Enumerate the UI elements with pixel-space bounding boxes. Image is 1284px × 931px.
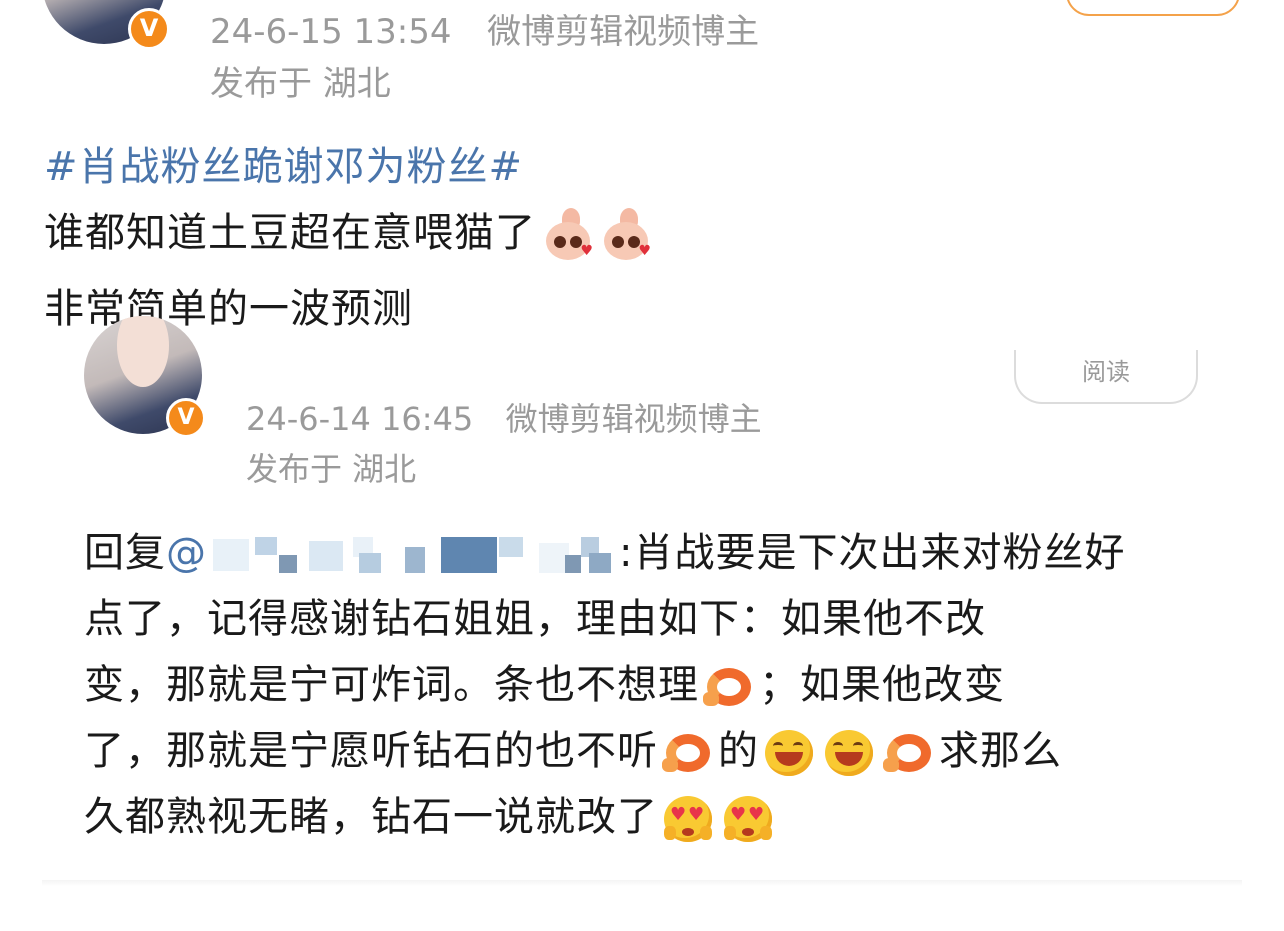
- avatar-face: [117, 316, 169, 387]
- bunny-sticker-icon: ♥: [600, 208, 652, 262]
- reply-text-4b: 的: [718, 728, 759, 774]
- reply-line-5: 久都熟视无睹，钻石一说就改了 ♥ ♥ ♥ ♥: [84, 784, 778, 844]
- quoted-post-meta: 24-6-14 16:45 微博剪辑视频博主: [246, 394, 762, 440]
- follow-button[interactable]: [1066, 0, 1240, 16]
- quoted-post-screenshot: V 阅读 24-6-14 16:45 微博剪辑视频博主 发布于 湖北 回复@ :肖…: [0, 316, 1284, 931]
- post-text-1: 谁都知道土豆超在意喂猫了: [44, 210, 536, 256]
- heart-eyes-emoji-icon: ♥ ♥: [720, 794, 776, 844]
- read-button: 阅读: [1014, 350, 1198, 404]
- post-source[interactable]: 微博剪辑视频博主: [487, 12, 759, 52]
- reply-prefix: 回复: [84, 530, 166, 576]
- laughing-emoji-icon: [821, 728, 877, 778]
- quoted-location: 发布于 湖北: [246, 450, 417, 488]
- bunny-sticker-icon: ♥: [542, 208, 594, 262]
- shrimp-emoji-icon: [701, 662, 757, 712]
- reply-line-4: 了，那就是宁愿听钻石的也不听 的 求那么: [84, 718, 1062, 778]
- shrimp-emoji-icon: [660, 728, 716, 778]
- post-text-line-1: 谁都知道土豆超在意喂猫了 ♥ ♥: [44, 200, 652, 262]
- reply-text-3a: 变，那就是宁可炸词。条也不想理: [84, 662, 699, 708]
- quoted-source: 微博剪辑视频博主: [505, 400, 762, 438]
- read-button-label: 阅读: [1082, 358, 1130, 386]
- heart-eyes-emoji-icon: ♥ ♥: [660, 794, 716, 844]
- laughing-emoji-icon: [761, 728, 817, 778]
- blurred-username: [209, 533, 617, 577]
- quoted-timestamp: 24-6-14 16:45: [246, 400, 474, 438]
- mention-at-sign: @: [166, 530, 207, 576]
- shrimp-emoji-icon: [881, 728, 937, 778]
- reply-text-5: 久都熟视无睹，钻石一说就改了: [84, 794, 658, 840]
- topic-hashtag-link[interactable]: #肖战粉丝跪谢邓为粉丝#: [44, 134, 523, 192]
- reply-text-3b: ；如果他改变: [759, 662, 1005, 708]
- reply-text-1: :肖战要是下次出来对粉丝好: [619, 530, 1126, 576]
- post-timestamp: 24-6-15 13:54: [210, 12, 452, 52]
- reply-text-4a: 了，那就是宁愿听钻石的也不听: [84, 728, 658, 774]
- section-divider: [42, 880, 1242, 886]
- reply-line-1: 回复@ :肖战要是下次出来对粉丝好: [84, 520, 1125, 578]
- reply-line-3: 变，那就是宁可炸词。条也不想理 ；如果他改变: [84, 652, 1005, 712]
- post-location: 发布于 湖北: [210, 64, 391, 104]
- post-meta: 24-6-15 13:54 微博剪辑视频博主: [210, 4, 759, 53]
- verified-badge-icon: V: [128, 8, 170, 50]
- reply-line-2: 点了，记得感谢钻石姐姐，理由如下：如果他不改: [84, 596, 986, 642]
- post-text-line-2: 非常简单的一波预测: [44, 286, 413, 332]
- reply-text-4c: 求那么: [939, 728, 1062, 774]
- verified-badge-icon: V: [166, 398, 206, 438]
